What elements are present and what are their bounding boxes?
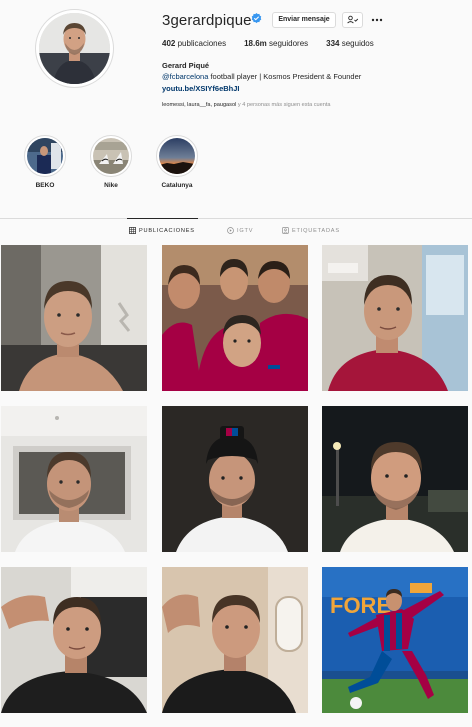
following-stat[interactable]: 334 seguidos <box>326 39 374 48</box>
posts-count: 402 <box>162 39 176 48</box>
verified-badge-icon <box>251 13 262 24</box>
highlight-ring <box>24 135 66 177</box>
full-name: Gerard Piqué <box>162 61 210 70</box>
post-image <box>322 245 468 391</box>
grid-icon <box>129 227 136 234</box>
followed-by-text: y 4 personas más siguen esta cuenta <box>236 102 331 108</box>
followers-count: 18.6m <box>244 39 267 48</box>
post-image <box>1 567 147 713</box>
following-button[interactable] <box>342 12 363 28</box>
post-selfie-plane[interactable] <box>162 567 308 713</box>
more-options-button[interactable] <box>370 13 384 25</box>
post-image <box>162 567 308 713</box>
post-image <box>162 406 308 552</box>
post-image <box>322 406 468 552</box>
profile-avatar-ring[interactable] <box>35 9 114 88</box>
post-image: FORE <box>322 567 468 713</box>
followers-label: seguidores <box>269 39 309 48</box>
post-selfie-red-shirt[interactable] <box>322 245 468 391</box>
bio-text: football player | Kosmos President & Fou… <box>208 72 362 81</box>
tab-tagged[interactable]: ETIQUETADAS <box>282 227 340 234</box>
more-dots-icon <box>371 18 383 22</box>
tabs-divider <box>0 218 472 219</box>
post-image <box>1 406 147 552</box>
highlight-ring <box>90 135 132 177</box>
highlight-beko[interactable]: BEKO <box>24 135 66 189</box>
username: 3gerardpique <box>162 12 252 29</box>
tab-igtv[interactable]: IGTV <box>227 227 253 234</box>
following-label: seguidos <box>341 39 374 48</box>
highlight-cover <box>159 138 195 174</box>
highlight-label: Catalunya <box>161 182 193 189</box>
post-group-selfie-barca[interactable] <box>162 245 308 391</box>
followed-by-names: leomessi, laura__fa, paugasol <box>162 102 237 108</box>
post-image <box>1 245 147 391</box>
post-selfie-lying[interactable] <box>1 567 147 713</box>
bio-external-link[interactable]: youtu.be/XSIYf6eBhJI <box>162 84 240 93</box>
send-message-button[interactable]: Enviar mensaje <box>272 12 336 28</box>
highlight-ring <box>156 135 198 177</box>
post-selfie-cap[interactable] <box>162 406 308 552</box>
highlight-nike[interactable]: Nike <box>90 135 132 189</box>
followers-stat[interactable]: 18.6m seguidores <box>244 39 308 48</box>
person-check-icon <box>347 15 359 24</box>
post-selfie-night[interactable] <box>322 406 468 552</box>
igtv-icon <box>227 227 234 234</box>
highlight-beko-image <box>27 138 63 174</box>
posts-label: publicaciones <box>177 39 227 48</box>
followed-by[interactable]: leomessi, laura__fa, paugasol y 4 person… <box>162 102 331 108</box>
bio-mention-link[interactable]: @fcbarcelona <box>162 72 208 81</box>
tab-tagged-label: ETIQUETADAS <box>292 227 340 234</box>
highlight-cover <box>27 138 63 174</box>
post-match-action[interactable]: FORE <box>322 567 468 713</box>
tab-posts[interactable]: PUBLICACIONES <box>129 227 195 234</box>
bio: @fcbarcelona football player | Kosmos Pr… <box>162 72 361 81</box>
highlight-label: BEKO <box>35 182 55 189</box>
tagged-icon <box>282 227 289 234</box>
tab-igtv-label: IGTV <box>237 227 254 234</box>
highlight-nike-image <box>93 138 129 174</box>
post-selfie-shirtless[interactable] <box>1 245 147 391</box>
posts-stat: 402 publicaciones <box>162 39 226 48</box>
highlight-cover <box>93 138 129 174</box>
post-selfie-white-room[interactable] <box>1 406 147 552</box>
post-image <box>162 245 308 391</box>
avatar-photo <box>39 13 110 84</box>
avatar[interactable] <box>39 13 110 84</box>
highlight-catalunya[interactable]: Catalunya <box>156 135 198 189</box>
highlight-label: Nike <box>104 182 118 189</box>
following-count: 334 <box>326 39 340 48</box>
tab-posts-label: PUBLICACIONES <box>139 227 195 234</box>
active-tab-indicator <box>127 218 198 219</box>
profile-stats: 402 publicaciones 18.6m seguidores 334 s… <box>162 39 392 48</box>
highlight-catalunya-image <box>159 138 195 174</box>
profile-header: 3gerardpique Enviar mensaje 402 publicac… <box>0 0 472 120</box>
